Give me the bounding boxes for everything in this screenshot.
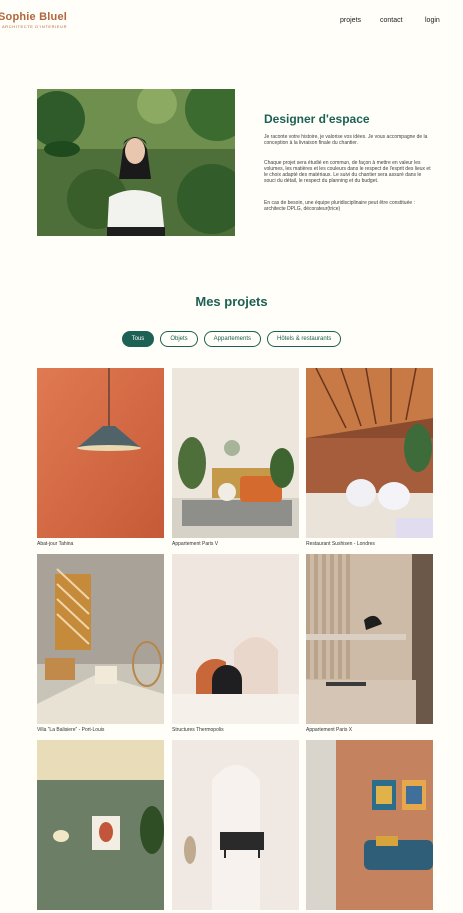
nav-login-link[interactable]: login xyxy=(425,17,440,24)
project-card[interactable]: Villa “La Balisiere” - Port-Louis xyxy=(37,554,164,733)
project-card[interactable]: Restaurant Sushisen - Londres xyxy=(306,368,433,547)
nav-contact-link[interactable]: contact xyxy=(380,17,403,24)
project-image xyxy=(306,554,433,724)
project-card[interactable]: Appartement Paris V xyxy=(172,368,299,547)
project-card[interactable]: Abat-jour Tahina xyxy=(37,368,164,547)
header: Sophie Bluel ARCHITECTE D'INTERIEUR proj… xyxy=(0,0,463,40)
intro-paragraph-2: Chaque projet sera étudié en commun, de … xyxy=(264,160,431,184)
project-card[interactable]: Appartement Paris X xyxy=(306,554,433,733)
project-caption: Appartement Paris X xyxy=(306,727,353,733)
intro-paragraph-3: En cas de besoin, une équipe pluridiscip… xyxy=(264,200,415,212)
brand-subtitle: ARCHITECTE D'INTERIEUR xyxy=(2,24,68,29)
project-image xyxy=(172,740,299,910)
nav-projects-link[interactable]: projets xyxy=(340,17,361,24)
project-image xyxy=(37,554,164,724)
portfolio-title: Mes projets xyxy=(195,294,268,309)
project-caption: Villa “La Balisiere” - Port-Louis xyxy=(37,727,105,733)
filter-objects-button[interactable]: Objets xyxy=(160,331,198,347)
brand-name[interactable]: Sophie Bluel xyxy=(0,11,67,23)
project-image xyxy=(37,740,164,910)
project-image xyxy=(172,368,299,538)
project-image xyxy=(37,368,164,538)
filter-apartments-button[interactable]: Appartements xyxy=(203,331,262,347)
project-image xyxy=(306,368,433,538)
project-caption: Structures Thermopolis xyxy=(172,727,224,733)
filter-all-button[interactable]: Tous xyxy=(121,331,155,347)
intro-title: Designer d'espace xyxy=(264,112,370,126)
project-caption: Abat-jour Tahina xyxy=(37,541,74,547)
project-image xyxy=(172,554,299,724)
intro-paragraph-1: Je raconte votre histoire, je valorise v… xyxy=(264,134,428,146)
filter-bar: Tous Objets Appartements Hôtels & restau… xyxy=(0,331,463,347)
project-card[interactable] xyxy=(172,740,299,913)
project-caption: Restaurant Sushisen - Londres xyxy=(306,541,375,547)
project-caption: Appartement Paris V xyxy=(172,541,219,547)
project-card[interactable]: Structures Thermopolis xyxy=(172,554,299,733)
filter-hotels-button[interactable]: Hôtels & restaurants xyxy=(267,331,342,347)
project-card[interactable] xyxy=(306,740,433,913)
portrait-photo xyxy=(37,89,235,236)
project-image xyxy=(306,740,433,910)
project-card[interactable] xyxy=(37,740,164,913)
